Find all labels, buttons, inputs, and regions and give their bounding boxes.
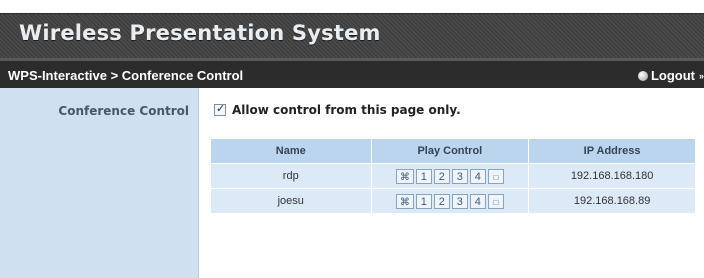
split-4-button[interactable]: 4: [469, 168, 486, 184]
stop-icon[interactable]: □: [487, 193, 504, 209]
split-1-button[interactable]: 1: [415, 168, 432, 184]
split-3-button[interactable]: 3: [451, 168, 468, 184]
split-4-button[interactable]: 4: [469, 193, 486, 209]
split-1-button[interactable]: 1: [415, 193, 432, 209]
column-header-ip-address: IP Address: [529, 139, 695, 163]
cell-ip-address: 192.168.168.89: [529, 189, 695, 213]
header-banner: Wireless Presentation System: [0, 13, 704, 58]
logout-label: Logout: [650, 68, 695, 83]
table-row: joesu ⌘ 1 2 3 4 □ 192.168.168.89: [211, 189, 695, 213]
cell-name: rdp: [211, 164, 371, 188]
sidebar: Conference Control: [0, 88, 199, 278]
split-3-button[interactable]: 3: [451, 193, 468, 209]
cell-play-control: ⌘ 1 2 3 4 □: [371, 164, 529, 188]
allow-control-option: Allow control from this page only.: [214, 102, 461, 117]
sidebar-item-conference-control[interactable]: Conference Control: [58, 104, 189, 118]
breadcrumb: WPS-Interactive > Conference Control: [8, 68, 244, 83]
logout-icon: [637, 70, 648, 81]
fullscreen-icon[interactable]: ⌘: [395, 168, 414, 184]
allow-control-label: Allow control from this page only.: [232, 103, 461, 117]
stop-icon[interactable]: □: [487, 168, 504, 184]
logout-arrow-icon: »: [698, 70, 704, 81]
app-title: Wireless Presentation System: [19, 21, 381, 45]
split-2-button[interactable]: 2: [433, 193, 450, 209]
play-control-group: ⌘ 1 2 3 4 □: [395, 168, 504, 184]
top-spacer: [0, 0, 704, 13]
table-header-row: Name Play Control IP Address: [211, 139, 695, 163]
allow-control-checkbox[interactable]: [214, 102, 226, 116]
conference-table: Name Play Control IP Address rdp ⌘ 1 2 3…: [210, 138, 696, 214]
logout-button[interactable]: Logout »: [637, 68, 704, 83]
play-control-group: ⌘ 1 2 3 4 □: [395, 193, 504, 209]
title-bar: WPS-Interactive > Conference Control Log…: [0, 58, 704, 88]
cell-name: joesu: [211, 189, 371, 213]
column-header-name: Name: [211, 139, 371, 163]
split-2-button[interactable]: 2: [433, 168, 450, 184]
table-row: rdp ⌘ 1 2 3 4 □ 192.168.168.180: [211, 164, 695, 188]
cell-ip-address: 192.168.168.180: [529, 164, 695, 188]
cell-play-control: ⌘ 1 2 3 4 □: [371, 189, 529, 213]
column-header-play-control: Play Control: [371, 139, 529, 163]
fullscreen-icon[interactable]: ⌘: [395, 193, 414, 209]
